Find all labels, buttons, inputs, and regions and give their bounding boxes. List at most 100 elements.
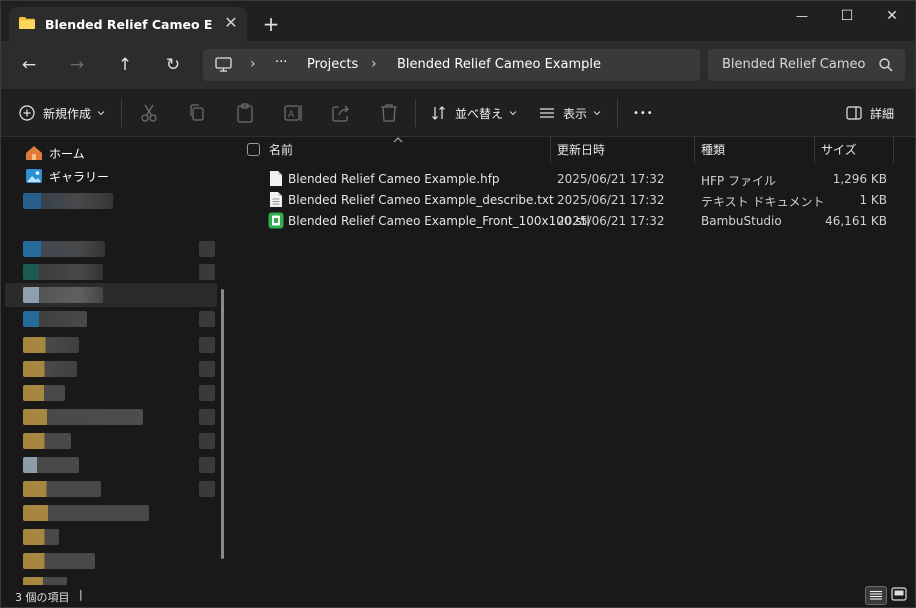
- file-date: 2025/06/21 17:32: [557, 214, 665, 228]
- redacted-sidebar-item[interactable]: [23, 385, 65, 401]
- new-button-label: 新規作成: [43, 106, 92, 121]
- redacted-sidebar-item[interactable]: [23, 241, 105, 257]
- refresh-button[interactable]: ↻: [161, 53, 185, 77]
- sidebar-item-gallery[interactable]: ギャラリー: [25, 166, 109, 186]
- more-options-button[interactable]: •••: [633, 101, 654, 125]
- item-count: 3 個の項目: [15, 591, 70, 604]
- sidebar-item-home[interactable]: ホーム: [25, 143, 85, 163]
- this-pc-icon[interactable]: [215, 57, 232, 72]
- details-pane-icon: [846, 106, 862, 120]
- chevron-right-icon: ›: [371, 56, 377, 72]
- new-button[interactable]: 新規作成: [19, 101, 105, 125]
- column-header-name[interactable]: 名前: [269, 137, 293, 163]
- address-bar[interactable]: › ··· Projects › Blended Relief Cameo Ex…: [203, 49, 700, 81]
- copy-icon[interactable]: [185, 101, 209, 125]
- search-input[interactable]: Blended Relief Cameo: [708, 49, 905, 81]
- sidebar-item-label: ホーム: [49, 146, 85, 161]
- redacted-sidebar-item[interactable]: [23, 409, 143, 425]
- toolbar-divider: [617, 99, 618, 127]
- file-name: Blended Relief Cameo Example_describe.tx…: [288, 193, 554, 207]
- file-date: 2025/06/21 17:32: [557, 193, 665, 207]
- breadcrumb-overflow-button[interactable]: ···: [275, 55, 287, 70]
- share-icon[interactable]: [329, 101, 353, 125]
- details-view-button[interactable]: [865, 586, 887, 605]
- view-button[interactable]: 表示: [539, 101, 601, 125]
- redacted-sidebar-item[interactable]: [23, 311, 87, 327]
- close-window-button[interactable]: ✕: [872, 3, 912, 31]
- file-row[interactable]: Blended Relief Cameo Example_describe.tx…: [263, 190, 916, 211]
- redacted-sidebar-item[interactable]: [23, 457, 79, 473]
- redacted-sidebar-item[interactable]: [23, 361, 77, 377]
- file-name: Blended Relief Cameo Example.hfp: [288, 172, 500, 186]
- gallery-icon: [26, 169, 42, 183]
- file-type: HFP ファイル: [701, 174, 776, 188]
- paste-icon[interactable]: [233, 101, 257, 125]
- tab-current-folder[interactable]: Blended Relief Cameo Example ✕: [9, 7, 247, 41]
- title-bar: Blended Relief Cameo Example ✕ + — ☐ ✕: [1, 1, 915, 41]
- minimize-button[interactable]: —: [782, 3, 822, 31]
- column-header-date[interactable]: 更新日時: [557, 137, 605, 163]
- redacted-sidebar-item[interactable]: [23, 337, 79, 353]
- redacted-sidebar-pin: [199, 433, 215, 449]
- details-view-icon: [870, 590, 882, 600]
- select-all-checkbox[interactable]: [247, 143, 260, 156]
- sidebar-scrollbar[interactable]: [221, 289, 224, 559]
- column-divider[interactable]: [893, 137, 894, 163]
- redacted-sidebar-item[interactable]: [23, 553, 95, 569]
- file-type: テキスト ドキュメント: [701, 195, 825, 209]
- plus-circle-icon: [19, 105, 35, 121]
- breadcrumb-current-folder[interactable]: Blended Relief Cameo Example: [397, 57, 601, 72]
- document-icon: [270, 171, 282, 186]
- file-date: 2025/06/21 17:32: [557, 172, 665, 186]
- file-explorer-window: Blended Relief Cameo Example ✕ + — ☐ ✕ ←…: [0, 0, 916, 608]
- back-button[interactable]: ←: [17, 53, 41, 77]
- delete-icon[interactable]: [377, 101, 401, 125]
- view-list-icon: [540, 108, 554, 118]
- redacted-sidebar-item[interactable]: [23, 481, 101, 497]
- sort-button[interactable]: 並べ替え: [431, 101, 517, 125]
- search-input-text: Blended Relief Cameo: [722, 57, 866, 72]
- text-document-icon: [270, 192, 282, 207]
- redacted-sidebar-pin: [199, 337, 215, 353]
- large-icons-view-button[interactable]: [891, 587, 909, 604]
- new-tab-button[interactable]: +: [259, 13, 283, 37]
- redacted-sidebar-item[interactable]: [23, 505, 149, 521]
- navigation-pane: ホーム ギャラリー: [1, 137, 233, 587]
- column-divider[interactable]: [814, 137, 815, 163]
- redacted-sidebar-item[interactable]: [23, 287, 103, 303]
- sidebar-item-label: ギャラリー: [49, 169, 110, 184]
- view-button-label: 表示: [563, 106, 588, 121]
- status-bar: 3 個の項目 |: [1, 585, 915, 607]
- file-list: 名前 更新日時 種類 サイズ Blended Relief Cameo Exam…: [233, 137, 915, 587]
- file-size: 1 KB: [859, 193, 887, 207]
- redacted-sidebar-pin: [199, 241, 215, 257]
- tiles-view-icon: [891, 587, 907, 601]
- column-header-type[interactable]: 種類: [701, 137, 725, 163]
- column-divider[interactable]: [694, 137, 695, 163]
- redacted-sidebar-pin: [199, 311, 215, 327]
- tab-title: Blended Relief Cameo Example: [45, 17, 213, 32]
- forward-button[interactable]: →: [65, 53, 89, 77]
- redacted-sidebar-pin: [199, 361, 215, 377]
- redacted-sidebar-pin: [199, 457, 215, 473]
- column-header-size[interactable]: サイズ: [821, 137, 857, 163]
- maximize-button[interactable]: ☐: [827, 3, 867, 31]
- toolbar-divider: [121, 99, 122, 127]
- redacted-sidebar-pin: [199, 481, 215, 497]
- file-row[interactable]: Blended Relief Cameo Example.hfp 2025/06…: [263, 169, 916, 190]
- file-size: 1,296 KB: [832, 172, 887, 186]
- details-pane-button[interactable]: 詳細: [846, 101, 894, 125]
- redacted-sidebar-item[interactable]: [23, 433, 71, 449]
- up-button[interactable]: ↑: [113, 53, 137, 77]
- redacted-sidebar-item[interactable]: [23, 193, 113, 209]
- search-icon[interactable]: [878, 57, 894, 73]
- redacted-sidebar-item[interactable]: [23, 529, 59, 545]
- file-name: Blended Relief Cameo Example_Front_100x1…: [288, 214, 590, 228]
- rename-icon[interactable]: A: [281, 101, 305, 125]
- file-row[interactable]: Blended Relief Cameo Example_Front_100x1…: [263, 211, 916, 232]
- redacted-sidebar-item[interactable]: [23, 264, 103, 280]
- breadcrumb-projects[interactable]: Projects: [307, 57, 358, 72]
- column-divider[interactable]: [550, 137, 551, 163]
- cut-icon[interactable]: [137, 101, 161, 125]
- close-tab-button[interactable]: ✕: [221, 13, 241, 33]
